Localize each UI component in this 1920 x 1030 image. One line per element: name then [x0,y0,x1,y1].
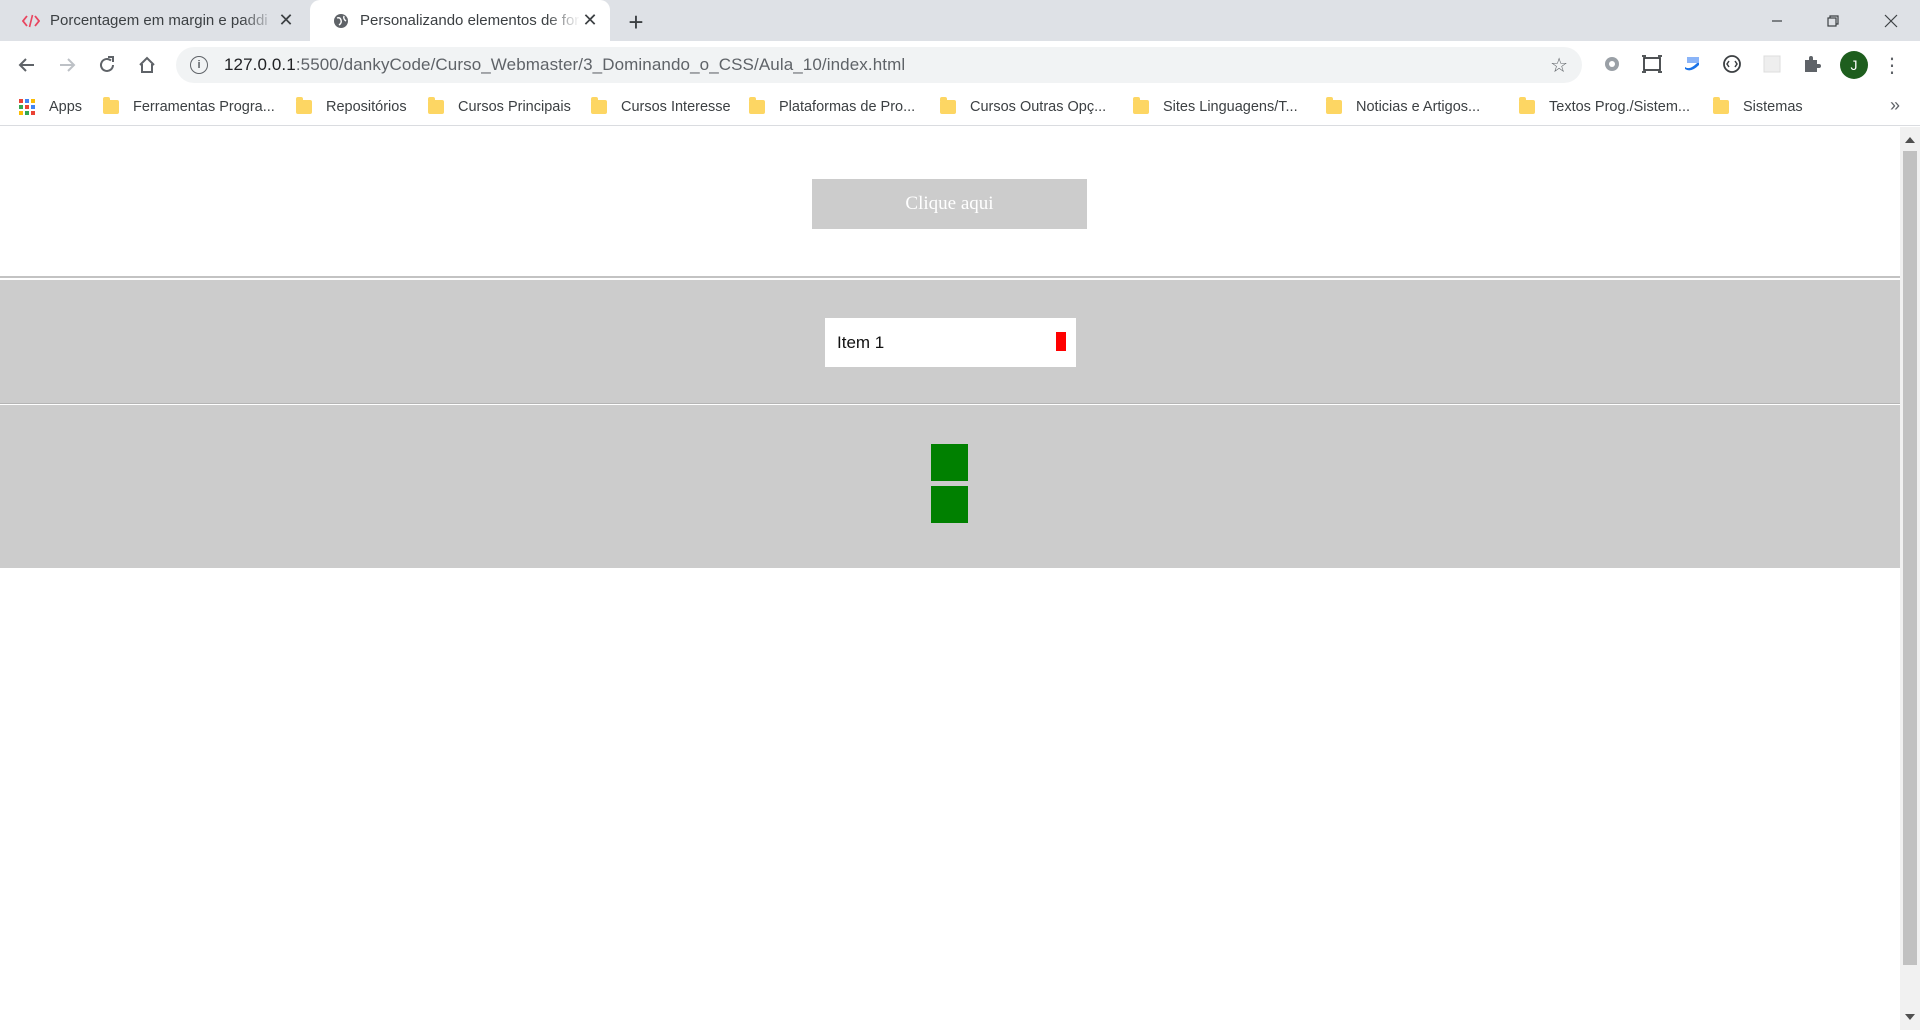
folder-icon [1519,97,1535,114]
select-arrow-indicator[interactable] [1056,332,1066,351]
button-section: Clique aqui [0,127,1900,278]
bookmark-star-icon[interactable]: ☆ [1550,53,1568,78]
folder-icon [103,97,119,114]
tab-title: Porcentagem em margin e paddi [50,12,268,29]
extension-gear-icon[interactable] [1600,52,1624,76]
bookmark-apps[interactable]: Apps [19,96,82,118]
folder-icon [749,97,765,114]
select-section: Item 1 [0,280,1900,404]
scroll-thumb[interactable] [1903,151,1917,965]
code-icon [22,12,40,30]
folder-icon [1133,97,1149,114]
page-viewport: Clique aqui Item 1 [0,127,1900,1030]
bookmark-label: Sites Linguagens/T... [1163,99,1298,115]
bookmark-folder[interactable]: Sites Linguagens/T... [1133,96,1298,118]
bookmark-label: Noticias e Artigos... [1356,99,1481,115]
bookmark-label: Sistemas [1743,99,1803,115]
scroll-up-arrow[interactable] [1905,137,1915,143]
tab-inactive[interactable]: Porcentagem em margin e paddi ✕ [0,0,306,41]
custom-select[interactable]: Item 1 [825,318,1076,367]
bookmark-label: Apps [49,99,83,115]
bookmark-folder[interactable]: Plataformas de Pro... [749,96,915,118]
tab-title: Personalizando elementos de for [360,12,580,29]
restore-icon[interactable] [1810,0,1856,41]
custom-checkbox[interactable] [931,486,968,523]
apps-grid-icon [19,99,35,115]
bookmark-folder[interactable]: Cursos Principais [428,96,571,118]
bookmark-label: Cursos Interesse [621,99,731,115]
close-icon[interactable]: ✕ [580,10,600,31]
extension-blue-icon[interactable] [1680,52,1704,76]
custom-checkbox[interactable] [931,444,968,481]
folder-icon [296,97,312,114]
folder-icon [940,97,956,114]
screen-capture-icon[interactable] [1640,52,1664,76]
tab-strip: Porcentagem em margin e paddi ✕ Personal… [0,0,1920,41]
forward-icon[interactable] [53,51,81,79]
extension-circle-icon[interactable] [1720,52,1744,76]
select-value: Item 1 [837,332,885,352]
vertical-scrollbar[interactable] [1900,127,1920,1030]
folder-icon [428,97,444,114]
bookmark-label: Cursos Outras Opç... [970,99,1107,115]
bookmark-folder[interactable]: Textos Prog./Sistem... [1519,96,1690,118]
bookmark-label: Ferramentas Progra... [133,99,275,115]
minimize-icon[interactable] [1754,0,1800,41]
back-icon[interactable] [13,51,41,79]
address-bar[interactable]: i 127.0.0.1:5500/dankyCode/Curso_Webmast… [176,47,1582,83]
bookmark-folder[interactable]: Cursos Interesse [591,96,731,118]
new-tab-button[interactable]: + [622,7,650,37]
reload-icon[interactable] [93,51,121,79]
tab-active[interactable]: Personalizando elementos de for ✕ [310,0,610,41]
bookmark-folder[interactable]: Noticias e Artigos... [1326,96,1480,118]
folder-icon [1713,97,1729,114]
url-host: 127.0.0.1 [224,55,296,74]
info-icon[interactable]: i [190,56,208,74]
bookmarks-overflow-button[interactable]: » [1890,95,1900,116]
bookmark-folder[interactable]: Cursos Outras Opç... [940,96,1106,118]
url-path: :5500/dankyCode/Curso_Webmaster/3_Domina… [295,55,906,74]
bookmark-folder[interactable]: Sistemas [1713,96,1803,118]
close-icon[interactable]: ✕ [276,10,296,31]
profile-avatar[interactable]: J [1840,51,1868,79]
bookmarks-bar: Apps Ferramentas Progra... Repositórios … [0,88,1920,126]
extension-blank-icon[interactable] [1760,52,1784,76]
bookmark-label: Plataformas de Pro... [779,99,916,115]
bookmark-label: Textos Prog./Sistem... [1549,99,1691,115]
url-text[interactable]: 127.0.0.1:5500/dankyCode/Curso_Webmaster… [224,55,905,75]
folder-icon [591,97,607,114]
bookmark-folder[interactable]: Repositórios [296,96,407,118]
folder-icon [1326,97,1342,114]
bookmark-folder[interactable]: Ferramentas Progra... [103,96,275,118]
home-icon[interactable] [133,51,161,79]
bookmark-label: Cursos Principais [458,99,571,115]
bookmark-label: Repositórios [326,99,407,115]
clique-aqui-button[interactable]: Clique aqui [812,179,1087,229]
close-window-icon[interactable] [1868,0,1914,41]
puzzle-icon[interactable] [1800,52,1824,76]
scroll-down-arrow[interactable] [1905,1014,1915,1020]
more-vert-icon[interactable]: ⋮ [1882,51,1902,79]
browser-toolbar: i 127.0.0.1:5500/dankyCode/Curso_Webmast… [0,41,1920,88]
checkbox-section [0,405,1900,568]
globe-icon [332,12,350,30]
